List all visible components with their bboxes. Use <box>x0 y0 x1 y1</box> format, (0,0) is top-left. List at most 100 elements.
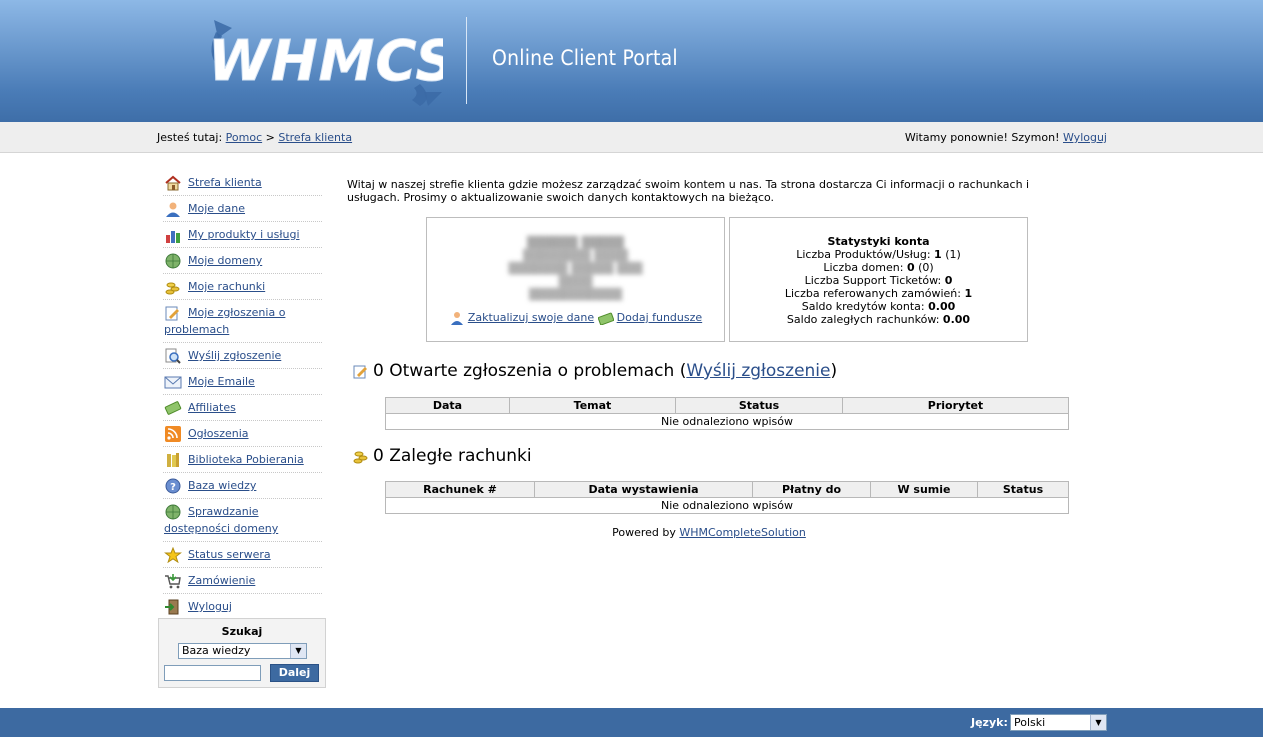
col-total[interactable]: W sumie <box>870 481 978 498</box>
money-icon <box>164 400 182 416</box>
sidebar-item-my-produkty-i-usługi[interactable]: My produkty i usługi <box>163 222 322 248</box>
sidebar-item-label[interactable]: Moje dane <box>188 202 245 215</box>
sidebar-item-label[interactable]: Moje zgłoszenia o problemach <box>164 306 285 336</box>
sidebar-item-biblioteka-pobierania[interactable]: Biblioteka Pobierania <box>163 447 322 473</box>
sidebar-item-baza-wiedzy[interactable]: ? Baza wiedzy <box>163 473 322 499</box>
search-title: Szukaj <box>221 625 263 638</box>
col-priority[interactable]: Priorytet <box>842 397 1069 414</box>
chevron-down-icon[interactable]: ▼ <box>1090 715 1106 730</box>
stats-value: 0.00 <box>928 300 956 313</box>
stats-title: Statystyki konta <box>827 235 930 248</box>
sidebar-item-ogłoszenia[interactable]: Ogłoszenia <box>163 421 322 447</box>
help-icon: ? <box>164 478 182 494</box>
language-value: Polski <box>1014 716 1046 729</box>
submit-ticket-link[interactable]: Wyślij zgłoszenie <box>686 361 830 381</box>
stats-row: Saldo zaległych rachunków: 0.00 <box>730 313 1027 326</box>
col-invoice-status[interactable]: Status <box>977 481 1069 498</box>
sidebar-item-label[interactable]: Moje Emaile <box>188 375 255 388</box>
language-select[interactable]: Polski ▼ <box>1010 714 1107 731</box>
welcome-message: Witamy ponownie! Szymon! Wyloguj <box>905 131 1107 144</box>
empty-message: Nie odnaleziono wpisów <box>385 497 1069 514</box>
footer: Język: Polski ▼ <box>0 708 1263 737</box>
search-category-select[interactable]: Baza wiedzy ▼ <box>178 643 307 659</box>
col-due-date[interactable]: Płatny do <box>752 481 871 498</box>
breadcrumb-separator: > <box>265 131 275 144</box>
sidebar-item-label[interactable]: My produkty i usługi <box>188 228 300 241</box>
header: WHMCS Online Client Portal <box>0 0 1263 122</box>
intro-text: Witaj w naszej strefie klienta gdzie moż… <box>347 178 1030 204</box>
update-details-link[interactable]: Zaktualizuj swoje dane <box>468 311 594 324</box>
col-invoice-date[interactable]: Data wystawienia <box>534 481 753 498</box>
logout-link[interactable]: Wyloguj <box>1063 131 1107 144</box>
stats-value: 0 <box>906 261 915 274</box>
sidebar-item-label[interactable]: Wyloguj <box>188 600 232 613</box>
globe-icon <box>164 253 182 269</box>
invoices-heading: 0 Zaległe rachunki <box>353 446 532 466</box>
magnifier-icon <box>164 348 182 364</box>
powered-by-link[interactable]: WHMCompleteSolution <box>679 526 805 539</box>
stats-value: 1 <box>964 287 973 300</box>
sidebar-item-moje-rachunki[interactable]: Moje rachunki <box>163 274 322 300</box>
client-links: Zaktualizuj swoje dane Dodaj fundusze <box>427 311 724 326</box>
logout-icon <box>164 599 182 615</box>
ticket-icon <box>353 364 368 379</box>
header-divider <box>466 17 467 104</box>
breadcrumb-link-help[interactable]: Pomoc <box>226 131 262 144</box>
breadcrumb-prefix: Jesteś tutaj: <box>157 131 223 144</box>
sidebar-item-label[interactable]: Moje domeny <box>188 254 262 267</box>
stats-label: Saldo zaległych rachunków: <box>786 313 940 326</box>
col-status[interactable]: Status <box>675 397 843 414</box>
sidebar-item-wyślij-zgłoszenie[interactable]: Wyślij zgłoszenie <box>163 343 322 369</box>
table-row: Nie odnaleziono wpisów <box>385 413 1069 430</box>
sidebar-item-label[interactable]: Affiliates <box>188 401 236 414</box>
stats-row: Liczba referowanych zamówień: 1 <box>730 287 1027 300</box>
sidebar-item-status-serwera[interactable]: Status serwera <box>163 542 322 568</box>
sidebar-item-label[interactable]: Status serwera <box>188 548 271 561</box>
sidebar-item-moje-zgłoszenia-o-problemach[interactable]: Moje zgłoszenia o problemach <box>163 300 322 343</box>
stats-label: Liczba domen: <box>823 261 904 274</box>
ticket-icon <box>164 305 182 321</box>
sidebar-item-strefa-klienta[interactable]: Strefa klienta <box>163 170 322 196</box>
client-details-box: ▒▒▒▒▒▒ ▒▒▒▒▒ ▒▒▒▒▒▒▒▒ ▒▒▒▒ ▒▒▒▒▒▒▒ ▒▒▒▒▒… <box>426 217 725 342</box>
sidebar-item-label[interactable]: Biblioteka Pobierania <box>188 453 304 466</box>
sidebar-item-moje-dane[interactable]: Moje dane <box>163 196 322 222</box>
svg-text:WHMCS: WHMCS <box>208 29 443 94</box>
sidebar-item-label[interactable]: Baza wiedzy <box>188 479 256 492</box>
stats-label: Liczba Produktów/Usług: <box>796 248 931 261</box>
sidebar-item-affiliates[interactable]: Affiliates <box>163 395 322 421</box>
sidebar-item-moje-emaile[interactable]: Moje Emaile <box>163 369 322 395</box>
whmcs-logo[interactable]: WHMCS <box>198 14 443 108</box>
col-date[interactable]: Data <box>385 397 510 414</box>
empty-message: Nie odnaleziono wpisów <box>385 413 1069 430</box>
coins-icon <box>353 449 368 464</box>
sidebar-item-label[interactable]: Strefa klienta <box>188 176 262 189</box>
search-input[interactable] <box>164 665 261 681</box>
invoices-table: Rachunek # Data wystawienia Płatny do W … <box>385 481 1069 514</box>
powered-by-prefix: Powered by <box>612 526 676 539</box>
col-subject[interactable]: Temat <box>509 397 676 414</box>
breadcrumb-link-client-area[interactable]: Strefa klienta <box>278 131 352 144</box>
stats-label: Saldo kredytów konta: <box>801 300 925 313</box>
sidebar-item-zamówienie[interactable]: Zamówienie <box>163 568 322 594</box>
add-funds-link[interactable]: Dodaj fundusze <box>617 311 703 324</box>
sidebar-item-label[interactable]: Moje rachunki <box>188 280 265 293</box>
col-invoice-number[interactable]: Rachunek # <box>385 481 535 498</box>
user-icon <box>164 201 182 217</box>
cart-icon <box>164 573 182 589</box>
books-icon <box>164 452 182 468</box>
tickets-heading: 0 Otwarte zgłoszenia o problemach (Wyśli… <box>353 361 837 381</box>
sidebar-item-wyloguj[interactable]: Wyloguj <box>163 594 322 620</box>
powered-by: Powered by WHMCompleteSolution <box>0 526 1263 539</box>
stats-extra: (0) <box>914 261 934 274</box>
sidebar-item-label[interactable]: Zamówienie <box>188 574 255 587</box>
sidebar-item-label[interactable]: Ogłoszenia <box>188 427 249 440</box>
sidebar-item-label[interactable]: Wyślij zgłoszenie <box>188 349 281 362</box>
money-icon <box>597 311 614 326</box>
sidebar-item-moje-domeny[interactable]: Moje domeny <box>163 248 322 274</box>
chevron-down-icon[interactable]: ▼ <box>290 644 306 658</box>
rss-icon <box>164 426 182 442</box>
home-icon <box>164 175 182 191</box>
search-submit-button[interactable]: Dalej <box>270 664 319 682</box>
stats-row: Liczba domen: 0 (0) <box>730 261 1027 274</box>
welcome-text: Witamy ponownie! Szymon! <box>904 131 1060 144</box>
